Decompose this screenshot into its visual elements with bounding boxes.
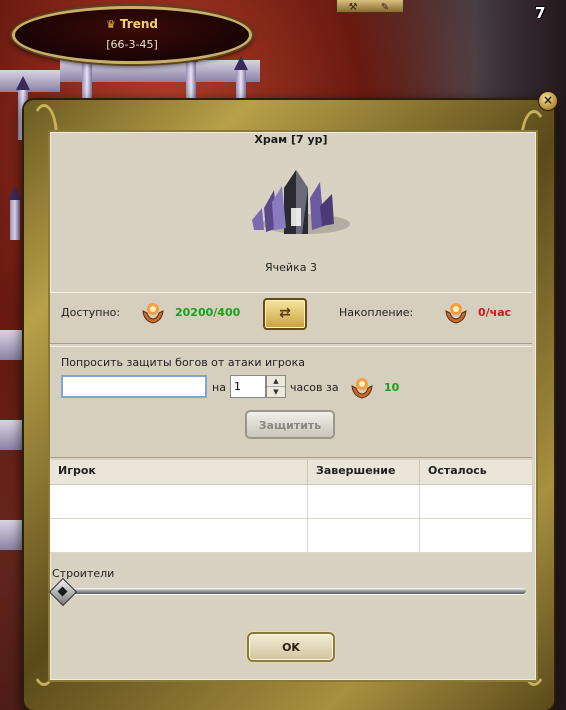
player-coordinates: [66-3-45] <box>106 38 158 51</box>
hammer-icon[interactable]: ⚒ <box>337 2 369 14</box>
castle-tower <box>80 46 94 100</box>
hands-orb-icon <box>142 303 164 324</box>
castle-wall <box>0 70 60 92</box>
exchange-icon[interactable]: ⇄ <box>263 298 307 330</box>
column-header-player[interactable]: Игрок <box>50 460 308 484</box>
table-cell <box>420 519 532 552</box>
player-name-row: ♛ Trend <box>15 17 249 31</box>
top-toolbar: ⚒ ✎ <box>336 0 404 13</box>
dialog-title: Храм [7 ур] <box>254 133 328 146</box>
player-name: Trend <box>119 17 158 31</box>
hands-orb-icon <box>351 378 373 399</box>
table-cell <box>308 485 420 518</box>
on-label: на <box>212 381 226 394</box>
temple-icon <box>252 170 350 234</box>
spinner-down-icon[interactable]: ▼ <box>267 387 285 397</box>
hours-stepper[interactable]: ▲ ▼ <box>266 375 286 398</box>
hours-input[interactable] <box>230 375 266 398</box>
player-badge[interactable]: ♛ Trend [66-3-45] <box>12 6 252 64</box>
builders-slider-track[interactable] <box>56 588 526 594</box>
table-row <box>50 519 532 553</box>
column-header-remaining[interactable]: Осталось <box>420 460 532 484</box>
protection-table: Игрок Завершение Осталось <box>50 460 532 553</box>
wrench-icon[interactable]: ✎ <box>369 2 401 14</box>
protect-cost: 10 <box>384 381 400 394</box>
accumulation-label: Накопление: <box>339 306 414 319</box>
ok-button[interactable]: OK <box>247 632 335 662</box>
corner-counter: 7 <box>535 4 546 22</box>
table-cell <box>50 519 308 552</box>
protect-prompt: Попросить защиты богов от атаки игрока <box>61 356 306 369</box>
available-value: 20200/400 <box>175 306 241 319</box>
table-cell <box>50 485 308 518</box>
hands-orb-icon <box>445 303 467 324</box>
available-label: Доступно: <box>61 306 121 319</box>
castle-tower <box>8 186 22 240</box>
spinner-up-icon[interactable]: ▲ <box>267 376 285 387</box>
close-icon[interactable]: × <box>538 91 558 111</box>
table-header: Игрок Завершение Осталось <box>50 460 532 485</box>
table-row <box>50 485 532 519</box>
table-cell <box>308 519 420 552</box>
player-name-input[interactable] <box>61 375 207 398</box>
table-cell <box>420 485 532 518</box>
column-header-end[interactable]: Завершение <box>308 460 420 484</box>
protect-button[interactable]: Защитить <box>245 410 335 439</box>
accumulation-value: 0/час <box>478 306 512 319</box>
castle-tower <box>184 48 198 102</box>
cell-label: Ячейка 3 <box>265 261 317 274</box>
hours-label: часов за <box>290 381 339 394</box>
crown-icon: ♛ <box>106 18 116 31</box>
